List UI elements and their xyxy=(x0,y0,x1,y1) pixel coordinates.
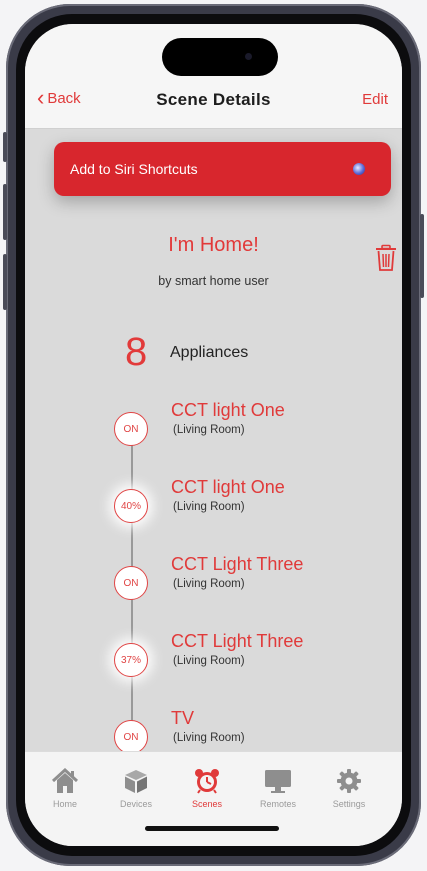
tab-label: Home xyxy=(52,799,77,809)
tab-label: Devices xyxy=(119,799,152,809)
tab-label: Settings xyxy=(332,799,366,809)
camera-icon xyxy=(245,53,252,60)
siri-button-label: Add to Siri Shortcuts xyxy=(70,161,198,177)
appliance-name: CCT light One xyxy=(171,477,285,497)
cube-icon xyxy=(125,770,147,793)
appliance-item[interactable]: 37% CCT Light Three (Living Room) xyxy=(114,631,402,689)
monitor-icon xyxy=(265,770,291,793)
appliance-room: (Living Room) xyxy=(173,732,245,744)
scene-author: by smart home user xyxy=(158,274,269,288)
tab-devices[interactable]: Devices xyxy=(104,768,168,809)
tab-label: Scenes xyxy=(191,799,223,809)
page-title: Scene Details xyxy=(156,90,271,109)
dynamic-island xyxy=(162,38,278,76)
volume-down-button xyxy=(3,254,7,310)
home-indicator xyxy=(145,826,279,831)
state-badge[interactable]: 40% xyxy=(114,489,148,523)
tab-home[interactable]: Home xyxy=(33,768,97,809)
tab-bar: Home Devices Scenes Remotes Settings xyxy=(25,751,402,846)
trash-icon[interactable] xyxy=(374,244,398,272)
appliance-room: (Living Room) xyxy=(173,655,245,667)
appliance-count: 8 xyxy=(125,330,148,374)
app-screen: ‹ Back Scene Details Edit Add to Siri Sh… xyxy=(25,24,402,846)
state-badge[interactable]: ON xyxy=(114,412,148,446)
appliance-name: CCT Light Three xyxy=(171,554,304,574)
appliance-name: TV xyxy=(171,708,195,728)
state-badge[interactable]: ON xyxy=(114,566,148,600)
alarm-clock-icon xyxy=(195,769,219,794)
phone-frame: ‹ Back Scene Details Edit Add to Siri Sh… xyxy=(3,4,424,866)
edit-button[interactable]: Edit xyxy=(362,91,388,108)
power-button xyxy=(420,214,424,298)
volume-up-button xyxy=(3,184,7,240)
appliance-item[interactable]: ON CCT Light Three (Living Room) xyxy=(114,554,402,612)
tab-label: Remotes xyxy=(259,799,296,809)
appliance-item[interactable]: 40% CCT light One (Living Room) xyxy=(114,477,402,535)
appliance-name: CCT light One xyxy=(171,400,285,420)
appliance-item[interactable]: ON CCT light One (Living Room) xyxy=(114,400,402,458)
tab-scenes[interactable]: Scenes xyxy=(175,768,239,809)
appliance-room: (Living Room) xyxy=(173,578,245,590)
house-icon xyxy=(51,768,79,793)
appliance-room: (Living Room) xyxy=(173,424,245,436)
gear-icon xyxy=(337,769,361,793)
action-button xyxy=(3,132,7,162)
phone-bezel: ‹ Back Scene Details Edit Add to Siri Sh… xyxy=(16,14,411,856)
appliance-room: (Living Room) xyxy=(173,501,245,513)
siri-icon xyxy=(353,163,365,175)
appliance-count-label: Appliances xyxy=(170,344,249,361)
tab-settings[interactable]: Settings xyxy=(317,768,381,809)
add-to-siri-button[interactable]: Add to Siri Shortcuts xyxy=(54,142,391,196)
state-badge[interactable]: ON xyxy=(114,720,148,754)
appliance-name: CCT Light Three xyxy=(171,631,304,651)
scene-name: I'm Home! xyxy=(168,234,259,256)
tab-remotes[interactable]: Remotes xyxy=(246,768,310,809)
state-badge[interactable]: 37% xyxy=(114,643,148,677)
